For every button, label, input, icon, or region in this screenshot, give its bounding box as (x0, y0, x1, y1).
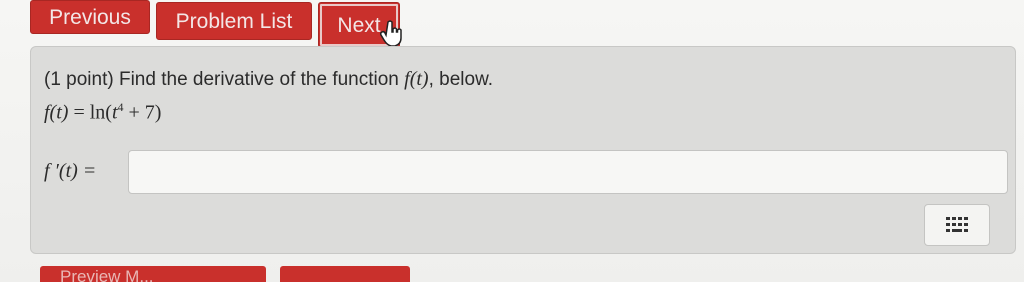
answer-label-text: f ′(t) = (44, 160, 97, 182)
formula-tail: + 7) (123, 101, 162, 124)
webwork-page: Previous Problem List Next (1 point) Fin… (0, 0, 1024, 282)
problem-prefix: (1 point) Find the derivative of the fun… (44, 69, 405, 90)
problem-suffix: , below. (428, 69, 494, 90)
previous-button[interactable]: Previous (30, 0, 150, 34)
answer-input[interactable] (128, 150, 1008, 194)
equation-editor-icon (946, 217, 968, 232)
hand-pointer-icon (380, 20, 402, 47)
submit-button[interactable] (280, 266, 410, 282)
preview-button[interactable]: Preview M... (40, 266, 266, 282)
equation-editor-button[interactable] (924, 204, 990, 246)
formula-eq: = ln( (68, 101, 112, 124)
function-formula: f(t) = ln(t4 + 7) (44, 100, 161, 125)
problem-statement: (1 point) Find the derivative of the fun… (44, 68, 493, 91)
formula-lhs: f(t) (44, 101, 69, 124)
answer-label: f ′(t) = (44, 160, 96, 183)
problem-list-button[interactable]: Problem List (156, 2, 312, 40)
function-name: f(t) (404, 68, 429, 90)
